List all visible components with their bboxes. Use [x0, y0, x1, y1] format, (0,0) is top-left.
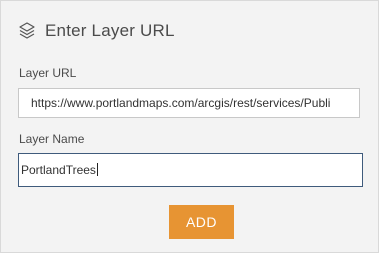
- layer-name-value: PortlandTrees: [21, 163, 96, 177]
- layer-url-input[interactable]: https://www.portlandmaps.com/arcgis/rest…: [18, 88, 360, 118]
- layer-url-value: https://www.portlandmaps.com/arcgis/rest…: [31, 96, 331, 110]
- layer-url-label: Layer URL: [19, 66, 77, 80]
- layers-icon: [17, 21, 37, 41]
- layer-name-label: Layer Name: [19, 132, 85, 146]
- panel-title: Enter Layer URL: [45, 21, 175, 40]
- text-caret: [96, 163, 98, 176]
- panel-header: Enter Layer URL: [17, 18, 175, 44]
- enter-layer-url-panel: Enter Layer URL Layer URL https://www.po…: [0, 0, 379, 253]
- add-button[interactable]: ADD: [169, 205, 234, 239]
- layer-name-input[interactable]: PortlandTrees: [18, 153, 363, 187]
